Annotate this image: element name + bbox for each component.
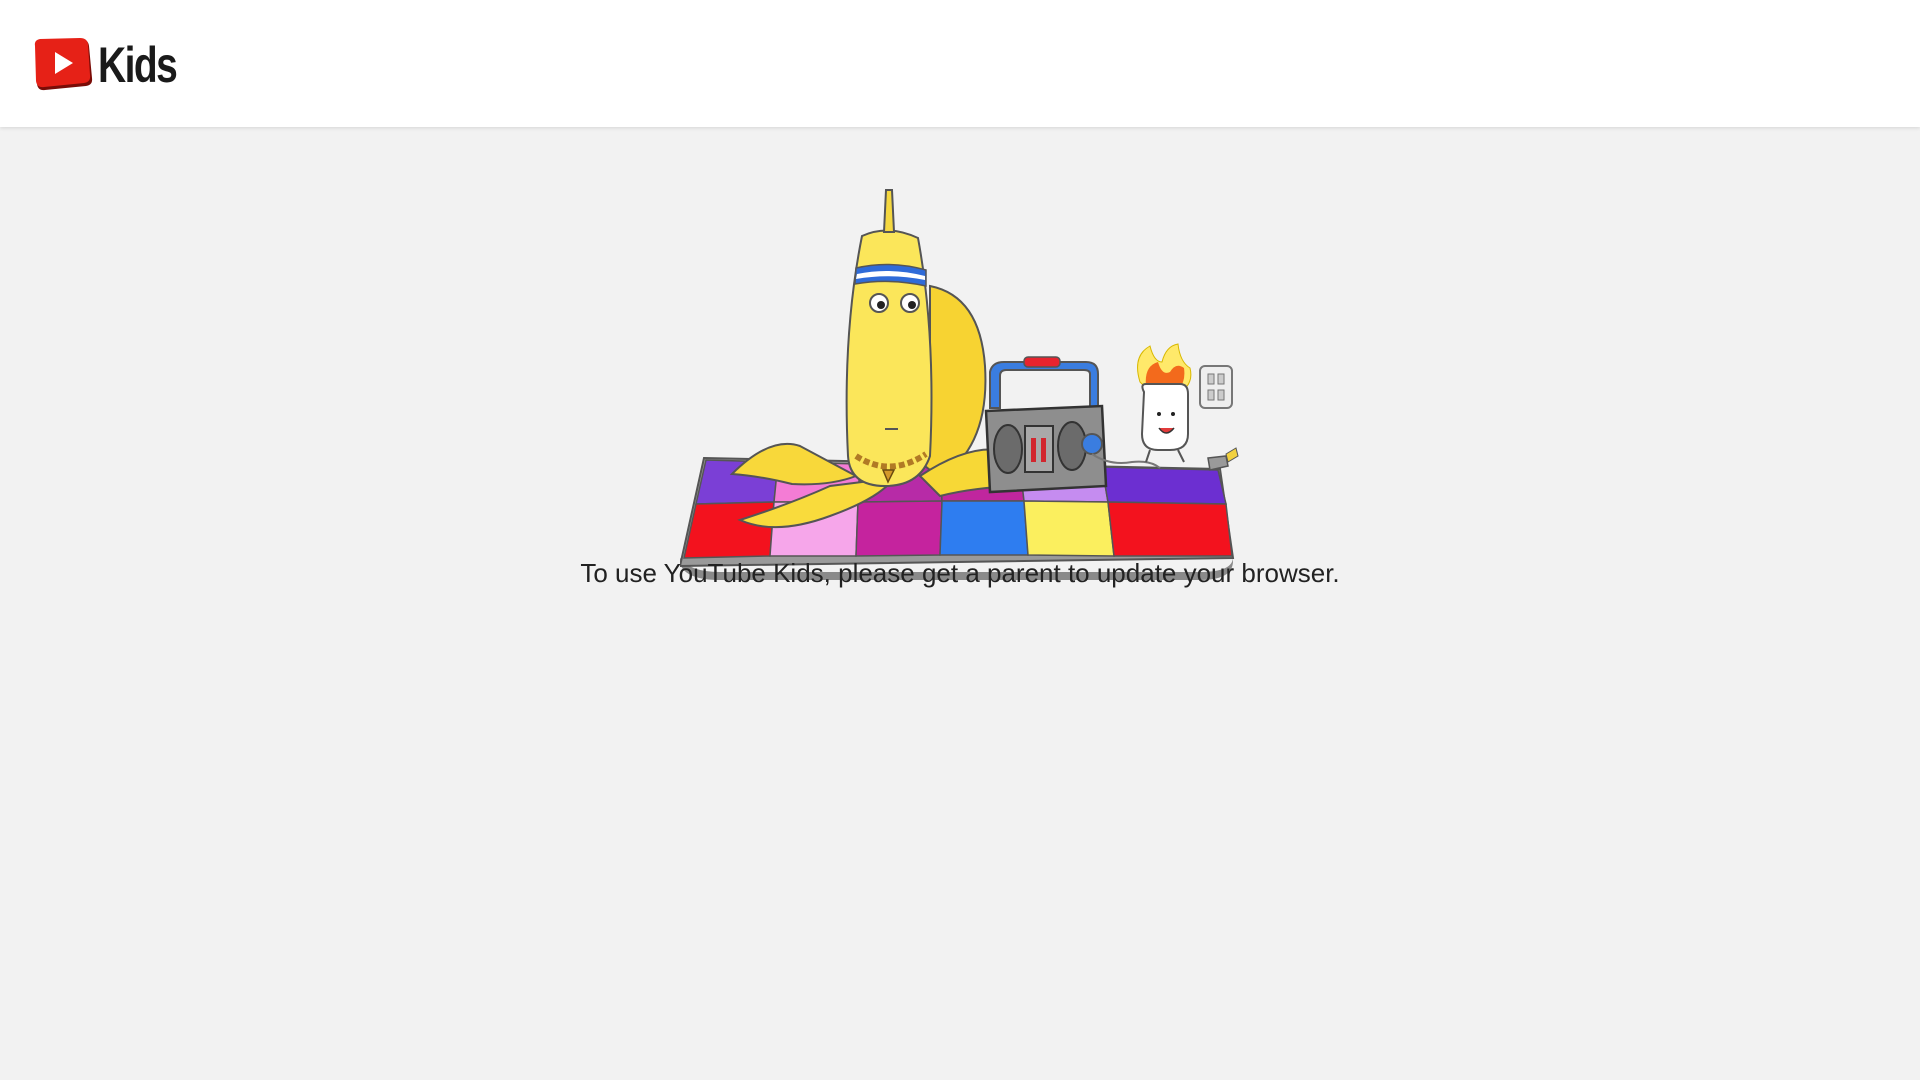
logo-text: Kids [98,37,178,93]
update-browser-message: To use YouTube Kids, please get a parent… [580,558,1340,588]
youtube-play-icon [34,38,93,91]
top-bar: Kids [0,0,1920,127]
main-content: To use YouTube Kids, please get a parent… [0,127,1920,1080]
youtube-kids-logo[interactable]: Kids [31,38,198,92]
